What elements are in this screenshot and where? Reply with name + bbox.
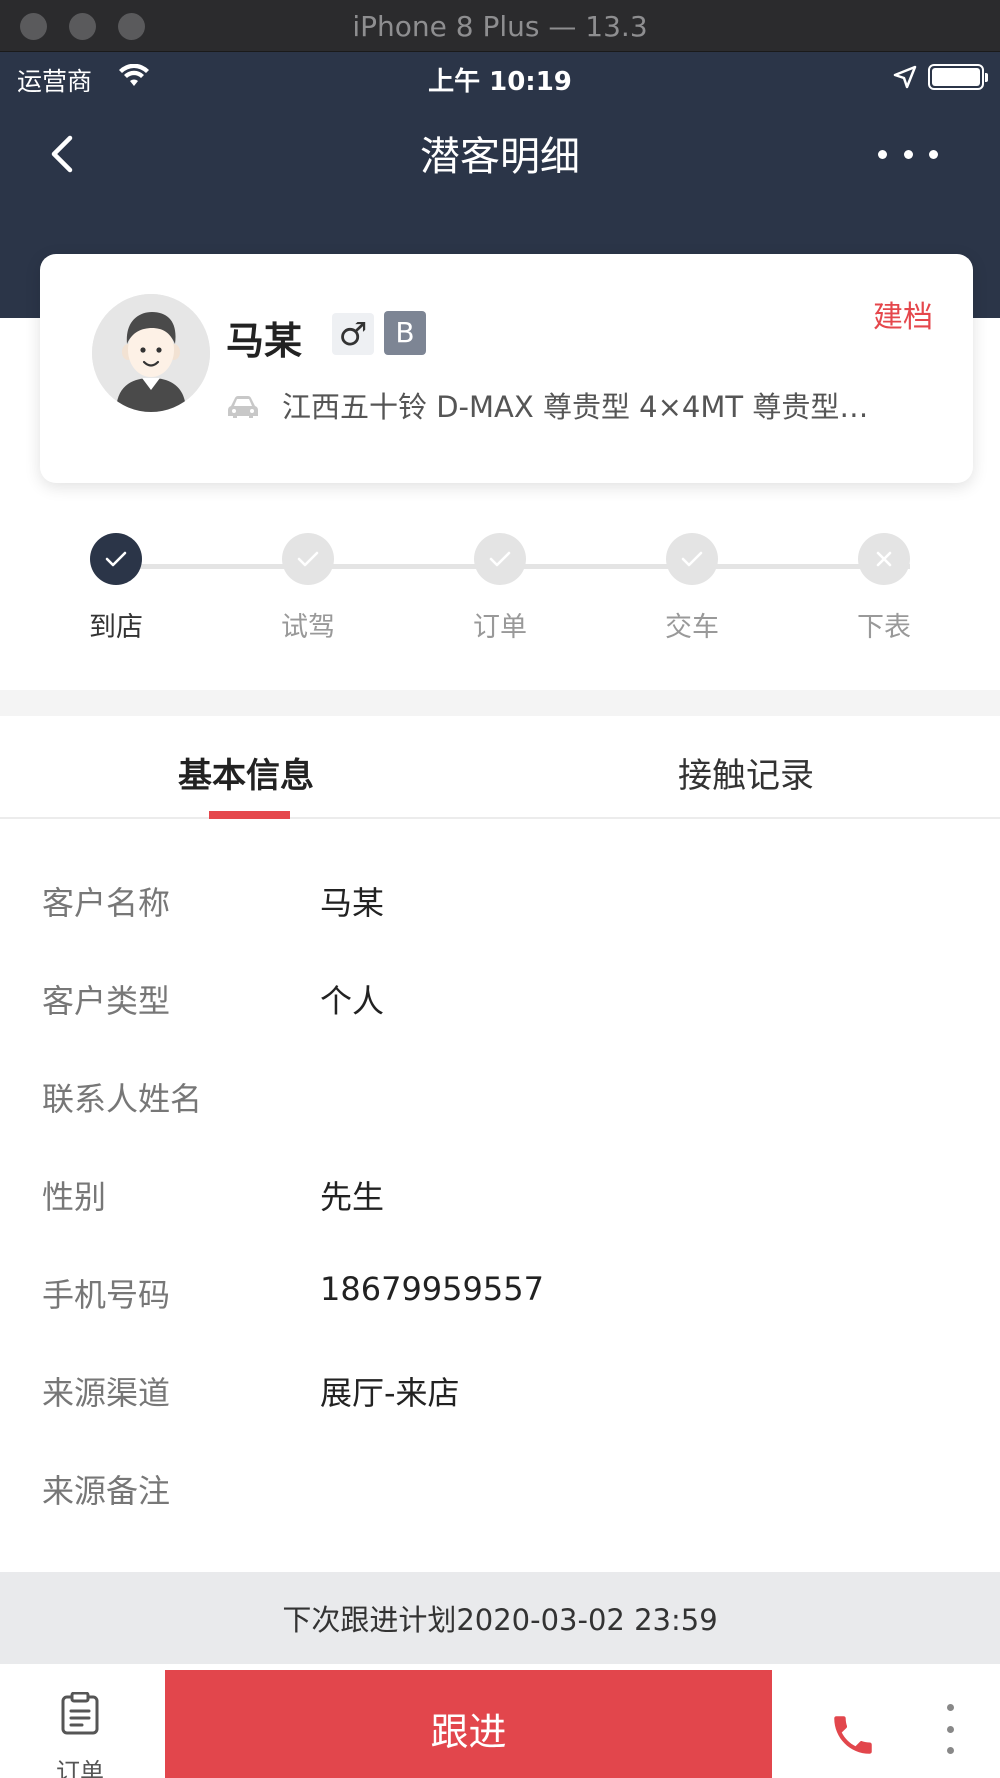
tab-active-indicator	[209, 811, 290, 819]
avatar	[92, 294, 210, 412]
step-label: 下表	[857, 612, 911, 643]
kebab-icon[interactable]	[940, 1704, 960, 1754]
phone-icon[interactable]	[828, 1710, 878, 1760]
check-icon	[90, 533, 142, 585]
simulator-titlebar: iPhone 8 Plus — 13.3	[0, 0, 1000, 52]
info-label: 联系人姓名	[42, 1080, 203, 1118]
customer-card: 马某 ♂ B 建档 江西五十铃 D-MAX 尊贵型 4×4MT 尊贵型…	[40, 254, 973, 483]
info-row: 来源渠道 展厅-来店	[0, 1368, 1000, 1466]
follow-up-button[interactable]: 跟进	[165, 1670, 772, 1778]
progress-steps: 到店 试驾 订单 交车 下表	[0, 533, 1000, 643]
info-label: 客户类型	[42, 982, 171, 1020]
order-button[interactable]: 订单	[40, 1692, 120, 1778]
info-value[interactable]: 18679959557	[320, 1270, 544, 1308]
close-icon	[858, 533, 910, 585]
vehicle-model: 江西五十铃 D-MAX 尊贵型 4×4MT 尊贵型…	[282, 390, 869, 424]
order-list-icon	[61, 1692, 99, 1735]
section-divider	[0, 690, 1000, 716]
check-icon	[282, 533, 334, 585]
location-arrow-icon	[893, 65, 917, 89]
app-window: iPhone 8 Plus — 13.3 运营商 上午 10:19 潜客明细 马…	[0, 0, 1000, 1778]
step-label: 试驾	[281, 612, 335, 643]
info-row: 联系人姓名	[0, 1074, 1000, 1172]
info-row: 来源备注	[0, 1466, 1000, 1564]
order-label: 订单	[56, 1758, 104, 1778]
more-dots-icon[interactable]	[878, 132, 938, 176]
step-label: 交车	[665, 612, 719, 643]
info-label: 客户名称	[42, 884, 171, 922]
tab-contact-records[interactable]: 接触记录	[678, 748, 814, 797]
gender-male-icon: ♂	[332, 313, 374, 355]
info-row: 客户名称 马某	[0, 878, 1000, 976]
build-profile-link[interactable]: 建档	[873, 292, 933, 336]
info-row: 性别 先生	[0, 1172, 1000, 1270]
customer-grade-badge: B	[384, 311, 426, 355]
info-value: 展厅-来店	[320, 1374, 460, 1412]
next-followup-plan: 下次跟进计划2020-03-02 23:59	[0, 1572, 1000, 1664]
info-label: 来源备注	[42, 1472, 171, 1510]
info-row: 手机号码 18679959557	[0, 1270, 1000, 1368]
status-time: 上午 10:19	[428, 67, 572, 97]
customer-name: 马某	[226, 319, 303, 363]
step-label: 到店	[89, 612, 143, 643]
bottom-action-bar: 订单 跟进	[0, 1664, 1000, 1778]
next-followup-text: 下次跟进计划2020-03-02 23:59	[282, 1603, 718, 1637]
page-title: 潜客明细	[420, 134, 580, 180]
car-icon	[228, 396, 258, 418]
info-value: 先生	[320, 1178, 385, 1216]
info-label: 性别	[42, 1178, 107, 1216]
info-value: 个人	[320, 982, 385, 1020]
tab-bar: 基本信息 接触记录	[0, 716, 1000, 819]
battery-icon	[928, 64, 988, 90]
info-label: 手机号码	[42, 1276, 171, 1314]
info-value: 马某	[320, 884, 385, 922]
tab-basic-info[interactable]: 基本信息	[178, 748, 314, 797]
info-row: 客户类型 个人	[0, 976, 1000, 1074]
check-icon	[474, 533, 526, 585]
check-icon	[666, 533, 718, 585]
info-label: 来源渠道	[42, 1374, 171, 1412]
simulator-title: iPhone 8 Plus — 13.3	[352, 10, 648, 43]
step-label: 订单	[473, 612, 527, 643]
